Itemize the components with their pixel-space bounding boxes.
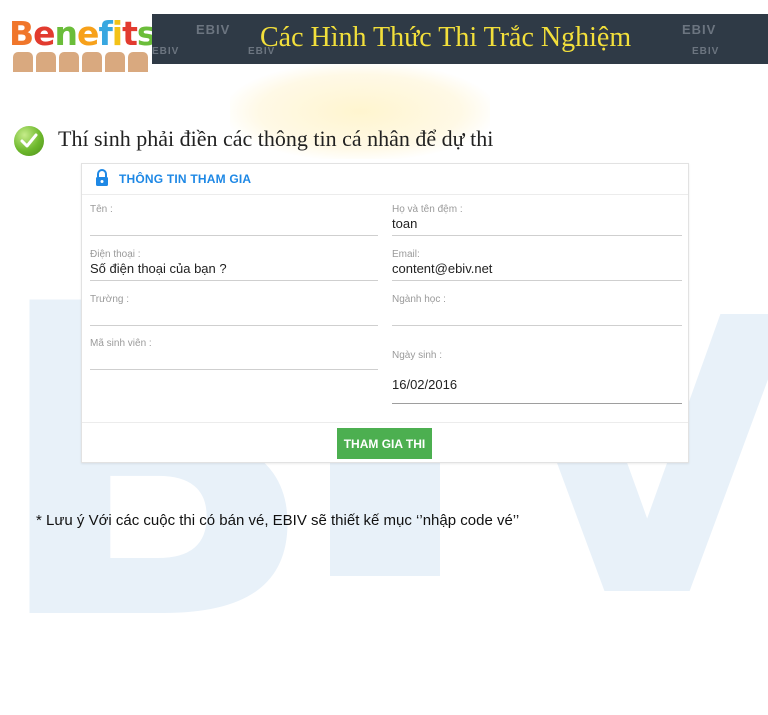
logo-letter: t: [122, 14, 138, 53]
check-circle-icon: [14, 126, 44, 156]
school-field[interactable]: Trường :: [90, 294, 378, 326]
logo-letter: e: [33, 14, 55, 53]
field-value: Số điện thoại của bạn ?: [90, 261, 227, 276]
major-field[interactable]: Ngành học :: [392, 294, 682, 326]
field-value: toan: [392, 216, 418, 231]
field-label: Ngày sinh :: [392, 350, 443, 361]
field-label: Tên :: [90, 204, 113, 215]
join-exam-button[interactable]: THAM GIA THI: [337, 428, 432, 459]
first-name-field[interactable]: Tên :: [90, 204, 378, 236]
form-header: THÔNG TIN THAM GIA: [82, 164, 688, 195]
logo-letter: n: [54, 14, 78, 53]
logo-letter: i: [111, 14, 123, 53]
field-label: Trường :: [90, 294, 129, 305]
field-label: Email:: [392, 249, 420, 260]
hands-illustration: [13, 52, 148, 72]
form-footer-divider: [82, 422, 688, 423]
field-label: Mã sinh viên :: [90, 338, 152, 349]
last-name-field[interactable]: Họ và tên đệm : toan: [392, 204, 682, 236]
banner-watermark: EBIV: [692, 46, 720, 57]
birthdate-field[interactable]: Ngày sinh : 16/02/2016: [392, 350, 682, 406]
benefits-logo-text: Benefits: [9, 14, 157, 53]
section-heading: Thí sinh phải điền các thông tin cá nhân…: [58, 126, 494, 151]
field-value: content@ebiv.net: [392, 261, 493, 276]
banner-watermark: EBIV: [152, 46, 180, 57]
benefits-logo: Benefits: [5, 10, 157, 72]
banner-watermark: EBIV: [682, 22, 717, 37]
banner-watermark: EBIV: [196, 22, 231, 37]
lock-icon: [96, 169, 108, 186]
registration-form: THÔNG TIN THAM GIA Tên : Họ và tên đệm :…: [81, 163, 689, 463]
banner-title: Các Hình Thức Thi Trắc Nghiệm: [260, 22, 632, 53]
phone-field[interactable]: Điện thoại : Số điện thoại của bạn ?: [90, 249, 378, 281]
logo-letter: B: [9, 14, 34, 53]
student-id-field[interactable]: Mã sinh viên :: [90, 338, 378, 370]
form-title: THÔNG TIN THAM GIA: [119, 172, 252, 186]
field-label: Họ và tên đệm :: [392, 204, 463, 215]
field-value: 16/02/2016: [392, 377, 458, 392]
field-label: Điện thoại :: [90, 249, 141, 260]
email-field[interactable]: Email: content@ebiv.net: [392, 249, 682, 281]
logo-letter: f: [98, 14, 112, 53]
logo-letter: e: [77, 14, 99, 53]
footnote: * Lưu ý Với các cuộc thi có bán vé, EBIV…: [36, 512, 520, 529]
header-banner: EBIV EBIV EBIV EBIV EBIV Các Hình Thức T…: [152, 14, 768, 64]
field-label: Ngành học :: [392, 294, 446, 305]
